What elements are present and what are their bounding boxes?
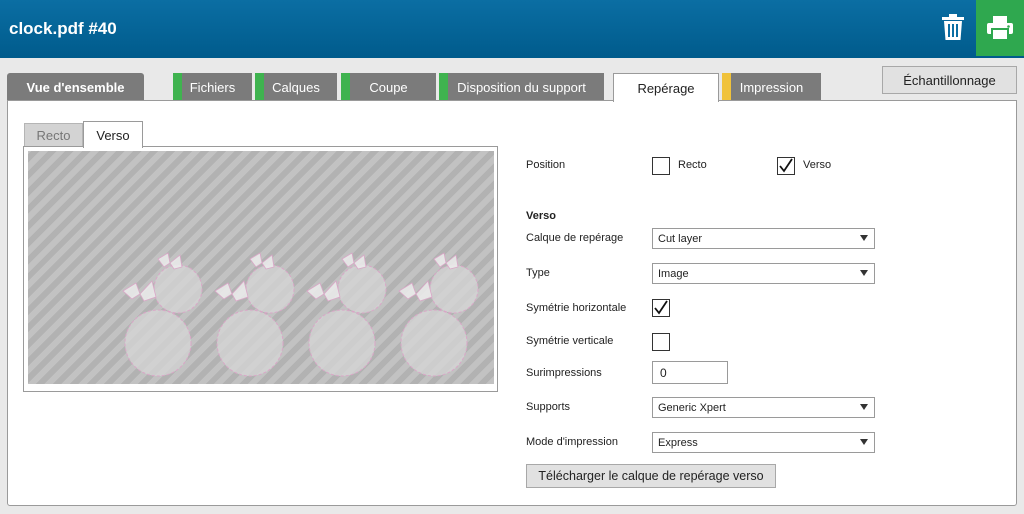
status-stripe <box>439 73 448 101</box>
tab-label: Repérage <box>637 80 695 96</box>
select-value: Cut layer <box>658 232 703 245</box>
tab-media-layout[interactable]: Disposition du support <box>439 73 604 101</box>
media-select[interactable]: Generic Xpert <box>652 397 875 418</box>
download-registration-layer-button[interactable]: Télécharger le calque de repérage verso <box>526 464 776 488</box>
chevron-down-icon <box>860 439 868 445</box>
status-stripe <box>341 73 350 101</box>
tab-label: Calques <box>272 79 320 95</box>
print-button[interactable] <box>976 0 1024 56</box>
verso-section-title: Verso <box>526 210 556 222</box>
recto-option-label: Recto <box>678 159 707 171</box>
tab-label: Fichiers <box>189 79 236 95</box>
app-header: clock.pdf #40 <box>0 0 1024 58</box>
preview-tab-verso[interactable]: Verso <box>83 121 143 148</box>
verso-preview <box>28 151 494 384</box>
tab-overview[interactable]: Vue d'ensemble <box>7 73 144 101</box>
media-label: Supports <box>526 401 571 413</box>
vertical-symmetry-label: Symétrie verticale <box>526 335 614 347</box>
document-title: clock.pdf #40 <box>9 19 117 38</box>
horizontal-symmetry-checkbox[interactable] <box>652 299 670 317</box>
sampling-button[interactable]: Échantillonnage <box>882 66 1017 94</box>
type-label: Type <box>526 267 550 279</box>
checkmark-icon <box>654 300 668 315</box>
chevron-down-icon <box>860 404 868 410</box>
verso-option-label: Verso <box>803 159 832 171</box>
trash-icon <box>942 14 964 40</box>
tab-cut[interactable]: Coupe <box>341 73 436 101</box>
print-mode-select[interactable]: Express <box>652 432 875 453</box>
position-label: Position <box>526 159 566 171</box>
tab-files[interactable]: Fichiers <box>173 73 252 101</box>
overprints-label: Surimpressions <box>526 367 602 379</box>
horizontal-symmetry-label: Symétrie horizontale <box>526 302 627 314</box>
status-stripe <box>173 73 182 101</box>
registration-layer-select[interactable]: Cut layer <box>652 228 875 249</box>
type-select[interactable]: Image <box>652 263 875 284</box>
tab-label: Disposition du support <box>457 79 586 95</box>
tab-layers[interactable]: Calques <box>255 73 337 101</box>
overprints-input[interactable] <box>652 361 728 384</box>
tab-print[interactable]: Impression <box>722 73 821 101</box>
delete-button[interactable] <box>934 8 972 46</box>
select-value: Generic Xpert <box>658 401 726 414</box>
chevron-down-icon <box>860 270 868 276</box>
status-stripe <box>255 73 264 101</box>
preview-artwork <box>122 252 479 377</box>
checkmark-icon <box>779 158 793 173</box>
tab-label: Vue d'ensemble <box>26 79 125 95</box>
vertical-symmetry-checkbox[interactable] <box>652 333 670 351</box>
status-stripe <box>722 73 731 101</box>
print-mode-label: Mode d'impression <box>526 436 618 448</box>
recto-checkbox[interactable] <box>652 157 670 175</box>
registration-layer-label: Calque de repérage <box>526 232 624 244</box>
verso-checkbox[interactable] <box>777 157 795 175</box>
tab-registration[interactable]: Repérage <box>613 73 719 102</box>
select-value: Image <box>658 267 689 280</box>
tab-label: Coupe <box>369 79 408 95</box>
preview-tab-recto[interactable]: Recto <box>24 123 83 147</box>
chevron-down-icon <box>860 235 868 241</box>
select-value: Express <box>658 436 698 449</box>
printer-icon <box>987 16 1013 40</box>
tab-label: Impression <box>739 79 804 95</box>
